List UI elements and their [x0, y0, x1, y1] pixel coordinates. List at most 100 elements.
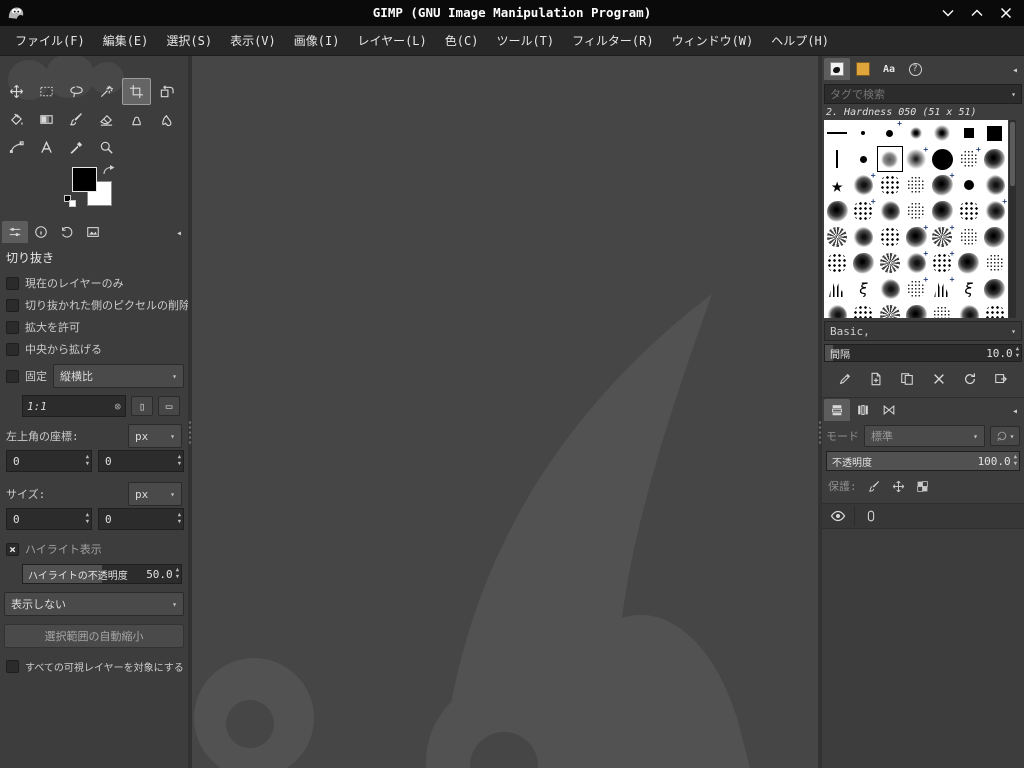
crop-tool[interactable]: [122, 78, 151, 105]
color-picker-tool[interactable]: [62, 134, 91, 161]
tab-pointer[interactable]: [28, 221, 54, 243]
highlight-opacity-slider[interactable]: ハイライトの不透明度 50.0 ▲ ▼: [22, 564, 182, 584]
menu-item[interactable]: ツール(T): [487, 26, 563, 56]
tab-menu-button[interactable]: ◂: [1012, 406, 1018, 417]
brush-cell[interactable]: [877, 172, 903, 198]
brush-cell[interactable]: [877, 198, 903, 224]
brush-cell[interactable]: [850, 224, 876, 250]
fixed-checkbox[interactable]: [6, 369, 19, 383]
tab-help[interactable]: ?: [902, 58, 928, 80]
brush-cell[interactable]: [903, 249, 929, 276]
brush-cell[interactable]: [982, 276, 1008, 302]
brush-cell[interactable]: [903, 120, 929, 146]
brush-cell[interactable]: [982, 250, 1008, 276]
mode-dropdown[interactable]: 標準 ▾: [864, 425, 985, 447]
position-x-spinbox[interactable]: 0 ▲ ▼: [6, 450, 92, 472]
brush-cell[interactable]: [824, 276, 850, 302]
tab-patterns[interactable]: [850, 58, 876, 80]
tab-brushes[interactable]: [824, 58, 850, 80]
menu-item[interactable]: フィルター(R): [563, 26, 662, 56]
brush-cell[interactable]: [903, 198, 929, 224]
tab-undo-history[interactable]: [54, 221, 80, 243]
brush-cell[interactable]: [850, 250, 876, 276]
new-brush-button[interactable]: [863, 368, 888, 389]
brush-cell[interactable]: [982, 120, 1008, 146]
tab-menu-button[interactable]: ◂: [1012, 65, 1018, 76]
shrink-merged-checkbox[interactable]: [6, 659, 19, 673]
mode-switch-button[interactable]: ▾: [990, 426, 1020, 446]
landscape-button[interactable]: ▭: [158, 396, 180, 416]
option-checkbox[interactable]: [6, 298, 19, 312]
panel-divider-left[interactable]: [188, 56, 192, 768]
size-width-spinbox[interactable]: 0 ▲ ▼: [6, 508, 92, 530]
brush-cell[interactable]: [850, 302, 876, 318]
position-unit-dropdown[interactable]: px ▾: [128, 424, 182, 448]
brush-cell[interactable]: [982, 197, 1008, 224]
auto-shrink-button[interactable]: 選択範囲の自動縮小: [4, 624, 184, 648]
menu-item[interactable]: 編集(E): [94, 26, 158, 56]
duplicate-brush-button[interactable]: [895, 368, 920, 389]
menu-item[interactable]: 色(C): [436, 26, 488, 56]
menu-item[interactable]: ウィンドウ(W): [663, 26, 763, 56]
spin-buttons[interactable]: ▲ ▼: [1014, 454, 1019, 467]
edit-brush-button[interactable]: [832, 368, 857, 389]
brush-cell[interactable]: [929, 249, 955, 276]
brush-cell[interactable]: [955, 302, 981, 318]
tab-tool-options[interactable]: [2, 221, 28, 243]
brush-cell[interactable]: [903, 302, 929, 318]
brush-cell[interactable]: [824, 198, 850, 224]
transform-tool[interactable]: [152, 78, 181, 105]
brush-cell[interactable]: [982, 146, 1008, 172]
brush-cell[interactable]: [929, 302, 955, 318]
window-menu-button[interactable]: [942, 9, 954, 17]
brush-cell[interactable]: [929, 275, 955, 302]
lock-position-button[interactable]: [887, 476, 911, 497]
tab-channels[interactable]: [850, 399, 876, 421]
clear-icon[interactable]: ⊗: [114, 400, 121, 413]
tab-paths-dialog[interactable]: [876, 399, 902, 421]
window-close-button[interactable]: [1000, 7, 1012, 19]
size-height-spinbox[interactable]: 0 ▲ ▼: [98, 508, 184, 530]
brush-scrollbar[interactable]: [1009, 120, 1016, 318]
brush-cell[interactable]: [850, 146, 876, 172]
brush-cell[interactable]: [824, 250, 850, 276]
option-checkbox[interactable]: [6, 320, 19, 334]
menu-item[interactable]: ファイル(F): [6, 26, 94, 56]
rect-select-tool[interactable]: [32, 78, 61, 105]
option-checkbox[interactable]: [6, 276, 19, 290]
menu-item[interactable]: 選択(S): [157, 26, 221, 56]
brush-spacing-slider[interactable]: 間隔 10.0 ▲ ▼: [824, 344, 1022, 362]
brush-cell[interactable]: [955, 120, 981, 146]
brush-cell[interactable]: [850, 197, 876, 224]
highlight-checkbox[interactable]: ×: [6, 542, 19, 556]
canvas[interactable]: [192, 56, 818, 768]
menu-item[interactable]: レイヤー(L): [348, 26, 435, 56]
brush-cell[interactable]: [903, 275, 929, 302]
menu-item[interactable]: 表示(V): [221, 26, 285, 56]
fixed-dropdown[interactable]: 縦横比 ▾: [53, 364, 184, 388]
default-colors-icon[interactable]: [64, 195, 77, 208]
size-unit-dropdown[interactable]: px ▾: [128, 482, 182, 506]
brush-cell[interactable]: ξ: [850, 276, 876, 302]
position-y-spinbox[interactable]: 0 ▲ ▼: [98, 450, 184, 472]
brush-cell[interactable]: [850, 120, 876, 146]
brush-cell[interactable]: [824, 146, 850, 172]
lock-alpha-button[interactable]: [911, 476, 935, 497]
delete-brush-button[interactable]: [926, 368, 951, 389]
brush-cell[interactable]: [929, 171, 955, 198]
window-shade-button[interactable]: [971, 9, 983, 17]
menu-item[interactable]: ヘルプ(H): [762, 26, 838, 56]
spin-buttons[interactable]: ▲ ▼: [86, 512, 89, 525]
text-tool[interactable]: [32, 134, 61, 161]
brush-search-input[interactable]: タグで検索 ▾: [824, 84, 1022, 104]
divider-grip[interactable]: [188, 420, 192, 446]
brush-cell[interactable]: [877, 146, 903, 172]
brush-cell[interactable]: [982, 224, 1008, 250]
brush-cell[interactable]: [903, 172, 929, 198]
brush-cell[interactable]: [877, 250, 903, 276]
brush-cell[interactable]: [955, 224, 981, 250]
brush-cell[interactable]: [929, 120, 955, 146]
brush-cell[interactable]: [955, 172, 981, 198]
brush-cell[interactable]: [877, 302, 903, 318]
brush-cell[interactable]: [824, 302, 850, 318]
